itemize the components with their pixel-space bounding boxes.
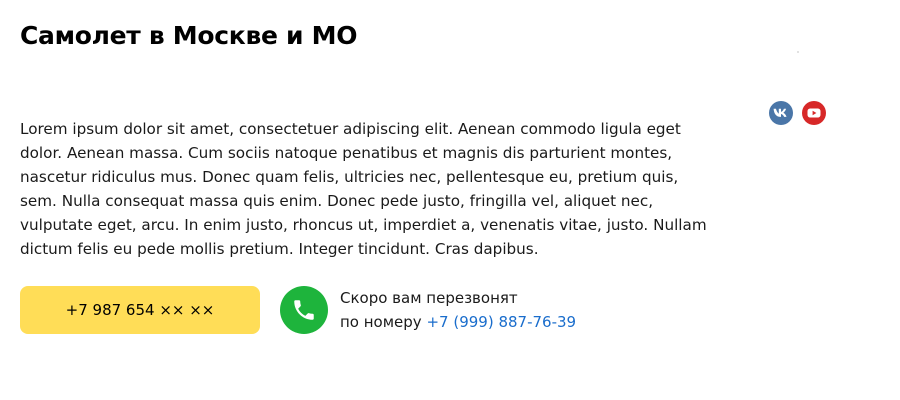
callback-message: Скоро вам перезвонят — [340, 289, 518, 307]
social-links — [769, 101, 826, 125]
callback-info: Скоро вам перезвонят по номеру +7 (999) … — [340, 286, 576, 334]
decorative-dot — [797, 51, 799, 53]
vk-icon — [773, 108, 787, 117]
page-title: Самолет в Москве и МО — [20, 21, 358, 50]
call-button[interactable] — [280, 286, 328, 334]
vk-link[interactable] — [769, 101, 793, 125]
phone-button[interactable]: +7 987 654 ×× ×× — [20, 286, 260, 334]
callback-phone-link[interactable]: +7 (999) 887-76-39 — [426, 313, 576, 331]
phone-icon — [294, 300, 314, 320]
youtube-link[interactable] — [802, 101, 826, 125]
callback-number-line: по номеру +7 (999) 887-76-39 — [340, 310, 576, 334]
youtube-icon — [807, 108, 821, 118]
description-text: Lorem ipsum dolor sit amet, consectetuer… — [20, 120, 707, 258]
callback-prefix: по номеру — [340, 313, 422, 331]
